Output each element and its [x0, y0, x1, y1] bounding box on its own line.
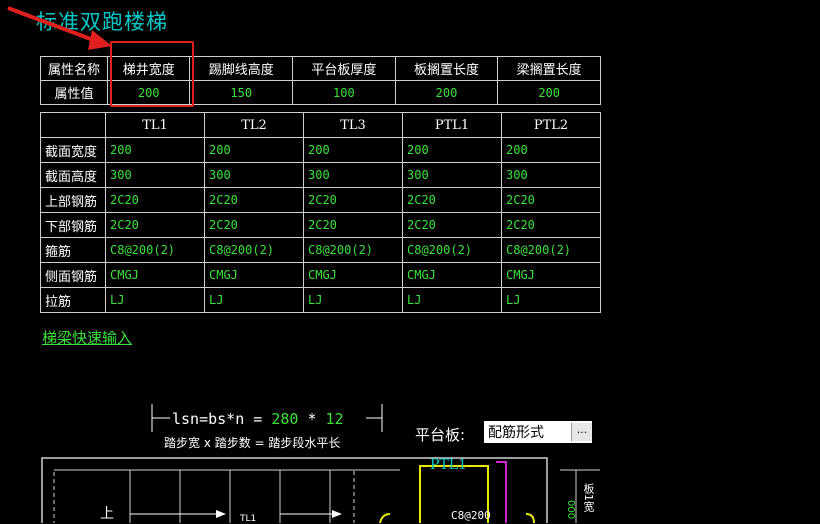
- formula-n[interactable]: 12: [326, 410, 344, 428]
- drawing-overlay: [7, 6, 600, 523]
- side-label: 板1宽: [582, 483, 595, 512]
- arrow-head: [332, 510, 342, 518]
- red-arrow-line: [7, 6, 105, 46]
- up-label: 上: [100, 506, 114, 522]
- side-number: 000: [565, 500, 576, 520]
- stair-inner: [53, 469, 355, 523]
- up-arrow-head: [216, 510, 226, 518]
- rebar-magenta: [496, 461, 507, 523]
- red-arrow-head: [88, 30, 112, 50]
- formula-prefix: lsn=bs*n =: [172, 410, 272, 428]
- formula-op: *: [298, 410, 326, 428]
- rebar-hook: [379, 513, 391, 523]
- formula-description: 踏步宽 x 踏步数 = 踏步段水平长: [164, 436, 341, 450]
- ptl1-label: PTL1: [430, 457, 467, 473]
- platform-label: 平台板:: [415, 426, 466, 444]
- stirrup-label: C8@200: [451, 509, 491, 522]
- platform-select-value: 配筋形式: [488, 425, 544, 441]
- rebar-hook: [525, 513, 535, 523]
- formula-bs[interactable]: 280: [271, 410, 298, 428]
- ellipsis-button[interactable]: ···: [571, 423, 592, 441]
- platform-select[interactable]: 配筋形式 ···: [484, 421, 592, 443]
- length-formula: lsn=bs*n = 280 * 12: [172, 410, 344, 428]
